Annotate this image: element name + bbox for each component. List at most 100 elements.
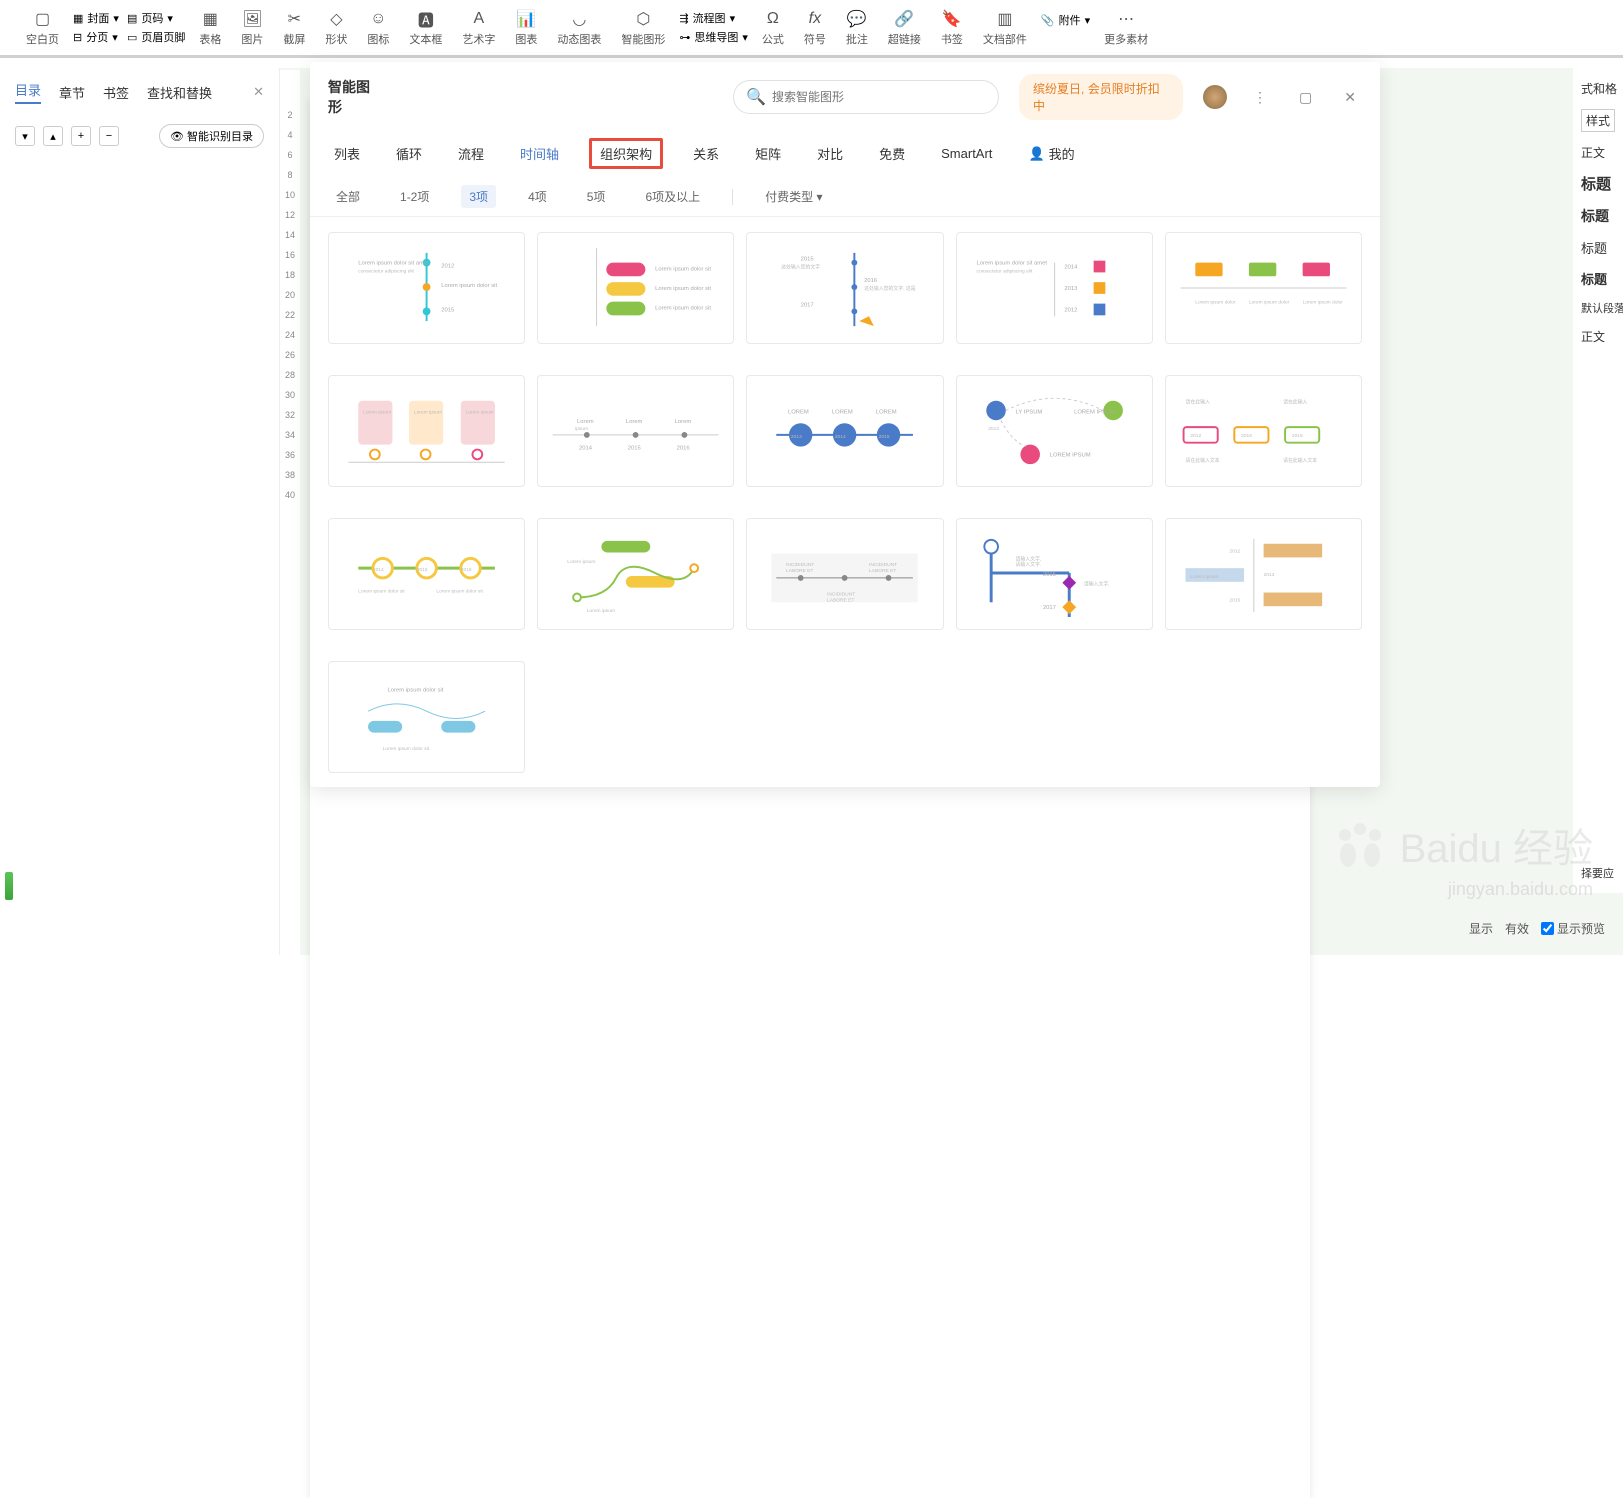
filter-all[interactable]: 全部 [328, 185, 368, 208]
mindmap-button[interactable]: ⊶思维导图▾ [679, 29, 748, 45]
cat-cycle[interactable]: 循环 [390, 140, 428, 167]
style-default[interactable]: 默认段落 [1581, 300, 1615, 316]
sidebar-tab-bookmark[interactable]: 书签 [103, 83, 129, 102]
template-thumb[interactable]: 请输入文字,请输入文字.2015请输入文字,2017 [956, 518, 1153, 630]
cat-relation[interactable]: 关系 [687, 140, 725, 167]
svg-text:Lorem: Lorem [577, 419, 594, 425]
svg-text:Lorem ipsum dolor sit amet: Lorem ipsum dolor sit amet [358, 261, 429, 267]
blank-page-button[interactable]: ▢ 空白页 [20, 6, 65, 50]
cat-timeline[interactable]: 时间轴 [514, 140, 565, 167]
attach-button[interactable]: 📎附件▾ [1041, 12, 1090, 28]
link-icon: 🔗 [894, 9, 914, 29]
hyperlink-button[interactable]: 🔗超链接 [882, 6, 927, 50]
svg-text:Lorem ipsum dolor: Lorem ipsum dolor [1195, 300, 1236, 306]
panel-more-button[interactable]: ⋮ [1247, 89, 1273, 106]
more-button[interactable]: ⋯更多素材 [1098, 6, 1154, 50]
panel-max-button[interactable]: ▢ [1293, 89, 1318, 106]
cat-orgchart[interactable]: 组织架构 [589, 138, 663, 169]
cover-button[interactable]: ▦封面▾ [73, 10, 119, 26]
comment-button[interactable]: 💬批注 [840, 6, 874, 50]
style-title1[interactable]: 标题 [1581, 173, 1615, 194]
style-title3[interactable]: 标题 [1581, 238, 1615, 257]
bookmark-button[interactable]: 🔖书签 [935, 6, 969, 50]
recognize-toc-button[interactable]: 👁智能识别目录 [159, 124, 264, 148]
style-style[interactable]: 样式 [1581, 109, 1615, 132]
sidebar-close-button[interactable]: ✕ [253, 84, 264, 100]
template-thumb[interactable]: LoremipsumLoremLorem201420152016 [537, 375, 734, 487]
flowchart-button[interactable]: ⇶流程图▾ [679, 10, 748, 26]
paytype-dropdown[interactable]: 付费类型 ▾ [757, 185, 830, 208]
svg-text:Lorem ipsum dolor sit: Lorem ipsum dolor sit [383, 746, 430, 752]
cat-process[interactable]: 流程 [452, 140, 490, 167]
filter-12[interactable]: 1-2项 [392, 185, 437, 208]
template-thumb[interactable]: Lorem ipsum dolor sitLorem ipsum dolor s… [537, 232, 734, 344]
svg-text:请在此输入文本: 请在此输入文本 [1283, 457, 1317, 464]
svg-text:Lorem ipsum: Lorem ipsum [567, 559, 595, 565]
sidebar-tab-chapter[interactable]: 章节 [59, 83, 85, 102]
cat-list[interactable]: 列表 [328, 140, 366, 167]
table-button[interactable]: ▦表格 [193, 6, 227, 50]
sidebar-tab-toc[interactable]: 目录 [15, 80, 41, 104]
sidebar-tab-find[interactable]: 查找和替换 [147, 83, 212, 102]
split-button[interactable]: ⊟分页▾ [73, 29, 119, 45]
filter-5[interactable]: 5项 [579, 185, 614, 208]
cat-compare[interactable]: 对比 [811, 140, 849, 167]
collapse-button[interactable]: ▾ [15, 126, 35, 146]
template-thumb[interactable]: Lorem ipsum dolor sit ametconsectetur ad… [328, 232, 525, 344]
remove-button[interactable]: − [99, 126, 119, 146]
wordart-button[interactable]: A艺术字 [456, 6, 501, 50]
template-thumb[interactable]: LY IPSUMLOREM IPSUMLOREM IPSUM2012 [956, 375, 1153, 487]
style-title4[interactable]: 标题 [1581, 269, 1615, 288]
svg-text:Lorem ipsum dolor sit: Lorem ipsum dolor sit [441, 283, 497, 289]
symbol-button[interactable]: fx符号 [798, 6, 832, 50]
formula-button[interactable]: Ω公式 [756, 6, 790, 50]
filter-3[interactable]: 3项 [461, 185, 496, 208]
svg-text:LY IPSUM: LY IPSUM [1015, 409, 1042, 415]
style-body[interactable]: 正文 [1581, 144, 1615, 161]
template-thumb[interactable]: Lorem ipsumLorem ipsumLorem ipsum [328, 375, 525, 487]
dynchart-button[interactable]: ◡动态图表 [551, 6, 607, 50]
filter-4[interactable]: 4项 [520, 185, 555, 208]
svg-text:2015: 2015 [879, 434, 890, 440]
svg-text:LABORE ET: LABORE ET [786, 568, 813, 574]
screenshot-button[interactable]: ✂截屏 [277, 6, 311, 50]
template-thumb[interactable]: 201220132015Lorem ipsum [1165, 518, 1362, 630]
cat-smartart[interactable]: SmartArt [935, 142, 998, 165]
shape-button[interactable]: ◇形状 [319, 6, 353, 50]
textbox-button[interactable]: 🅰文本框 [403, 6, 448, 50]
template-thumb[interactable]: 201220162019请在此输入请在此输入请在此输入文本请在此输入文本 [1165, 375, 1362, 487]
template-thumb[interactable]: INCIDIDUNTLABORE ETINCIDIDUNTLABORE ETIN… [746, 518, 943, 630]
cat-mine[interactable]: 👤我的 [1022, 140, 1080, 167]
filter-6plus[interactable]: 6项及以上 [637, 185, 708, 208]
style-title2[interactable]: 标题 [1581, 206, 1615, 226]
add-button[interactable]: + [71, 126, 91, 146]
svg-text:LABORE ET: LABORE ET [869, 568, 896, 574]
template-thumb[interactable]: 2015这处输入您的文字2016这处输入您的文字, 这是2017 [746, 232, 943, 344]
search-input[interactable] [772, 90, 986, 104]
preview-checkbox[interactable]: 显示预览 [1541, 920, 1605, 937]
cat-free[interactable]: 免费 [873, 140, 911, 167]
expand-button[interactable]: ▴ [43, 126, 63, 146]
user-avatar[interactable] [1203, 85, 1227, 109]
template-thumb[interactable]: 201420152016Lorem ipsum dolor sitLorem i… [328, 518, 525, 630]
template-thumb[interactable]: Lorem ipsum dolor sit ametconsectetur ad… [956, 232, 1153, 344]
template-thumb[interactable]: Lorem ipsum dolor sit Lorem ipsum dolor s… [328, 661, 525, 773]
svg-text:Lorem ipsum dolor sit: Lorem ipsum dolor sit [388, 688, 444, 694]
table-icon: ▦ [200, 9, 220, 29]
promo-badge[interactable]: 缤纷夏日, 会员限时折扣中 [1019, 74, 1183, 120]
search-box[interactable]: 🔍 [733, 80, 999, 114]
template-thumb[interactable]: 201320142015LOREMLOREMLOREM [746, 375, 943, 487]
docpart-button[interactable]: ▥文档部件 [977, 6, 1033, 50]
icon-button[interactable]: ☺图标 [361, 6, 395, 50]
effective-label[interactable]: 有效 [1505, 920, 1529, 937]
template-thumb[interactable]: Lorem ipsum dolorLorem ipsum dolorLorem … [1165, 232, 1362, 344]
pic-button[interactable]: 🖼图片 [235, 6, 269, 50]
pagenum-button[interactable]: ▤页码▾ [127, 10, 185, 26]
panel-close-button[interactable]: ✕ [1338, 89, 1362, 106]
smart-button[interactable]: ⬡智能图形 [615, 6, 671, 50]
cat-matrix[interactable]: 矩阵 [749, 140, 787, 167]
hf-button[interactable]: ▭页眉页脚 [127, 29, 185, 45]
template-thumb[interactable]: Lorem ipsumLorem ipsum [537, 518, 734, 630]
chart-button[interactable]: 📊图表 [509, 6, 543, 50]
style-body2[interactable]: 正文 [1581, 328, 1615, 345]
